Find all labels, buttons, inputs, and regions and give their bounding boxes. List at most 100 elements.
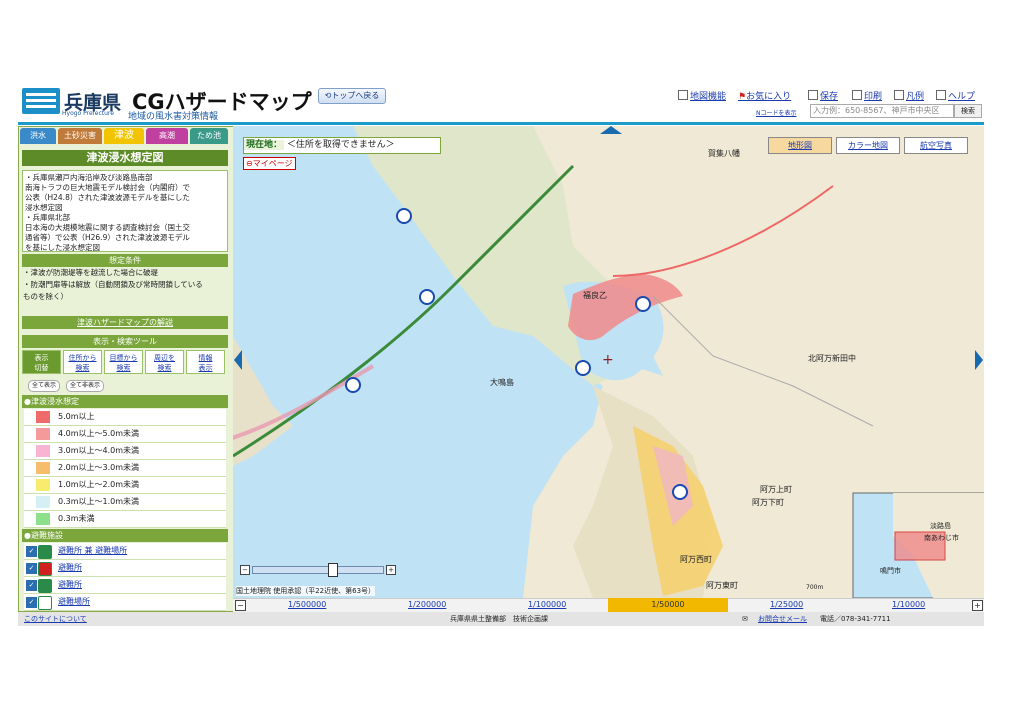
- legend-item: 4.0m以上～5.0m未満: [24, 426, 226, 443]
- shelter-marker-icon[interactable]: [672, 484, 688, 500]
- map-type-topographic[interactable]: 地形図: [768, 137, 832, 154]
- place-label: 北阿万新田中: [808, 354, 856, 363]
- legend-label: 3.0m以上～4.0m未満: [58, 446, 140, 455]
- shelter-icon: [38, 579, 52, 593]
- place-label: 淡路島: [930, 522, 951, 530]
- place-label: 阿万東町: [706, 581, 738, 590]
- landmark-search-button[interactable]: 目標から 検索: [104, 350, 143, 374]
- legend-swatch: [36, 513, 50, 525]
- address-search-button[interactable]: 住所から 検索: [63, 350, 102, 374]
- header-divider: [18, 122, 984, 125]
- shelter-marker-icon[interactable]: [575, 360, 591, 376]
- save-menu[interactable]: 保存: [808, 89, 838, 102]
- department-label: 兵庫県県土整備部 技術企画課: [450, 615, 548, 623]
- legend-menu[interactable]: 凡例: [894, 89, 924, 102]
- map-type-aerial[interactable]: 航空写真: [904, 137, 968, 154]
- shelter-item[interactable]: ✓ 避難所 兼 避難場所: [24, 543, 226, 560]
- tab-flood[interactable]: 洪水: [20, 128, 56, 144]
- description-box: ・兵庫県瀬戸内海沿岸及び淡路島南部 南海トラフの巨大地震モデル検討会（内閣府）で…: [22, 170, 228, 252]
- shelter-marker-icon[interactable]: [635, 296, 651, 312]
- legend-item: 2.0m以上～3.0m未満: [24, 460, 226, 477]
- checkbox-icon[interactable]: ✓: [26, 563, 37, 574]
- tools-bar: 表示 切替 住所から 検索 目標から 検索 周辺を 検索 情報 表示: [22, 350, 228, 374]
- map-functions-menu[interactable]: 地図機能: [678, 89, 726, 102]
- tab-tsunami[interactable]: 津波: [104, 128, 144, 144]
- zoom-handle[interactable]: [328, 563, 338, 577]
- shelter-item[interactable]: ✓ 避難場所: [24, 594, 226, 611]
- legend-item: 1.0m以上～2.0m未満: [24, 477, 226, 494]
- shelter-label[interactable]: 避難場所: [58, 594, 90, 610]
- scale-minus-icon[interactable]: −: [235, 600, 246, 611]
- nearby-search-button[interactable]: 周辺を 検索: [145, 350, 184, 374]
- scale-option-active[interactable]: 1/50000: [608, 598, 728, 612]
- grid-icon: [678, 90, 688, 100]
- shelter-both-icon: [38, 545, 52, 559]
- footer: このサイトについて 兵庫県県土整備部 技術企画課 ✉ お問合せメール 電話／07…: [18, 612, 984, 626]
- back-to-top-button[interactable]: ⟲トップへ戻る: [318, 88, 386, 104]
- legend-swatch: [36, 428, 50, 440]
- evacuation-site-icon: [38, 596, 52, 610]
- favorites-menu[interactable]: ⚑お気に入り: [738, 89, 791, 102]
- ncode-link[interactable]: Nコードを表示: [756, 108, 797, 117]
- about-link[interactable]: このサイトについて: [24, 612, 87, 626]
- scale-option[interactable]: 1/500000: [288, 600, 326, 609]
- legend-swatch: [36, 496, 50, 508]
- checkbox-icon[interactable]: ✓: [26, 580, 37, 591]
- scale-option[interactable]: 1/200000: [408, 600, 446, 609]
- place-label: 賀集八幡: [708, 149, 740, 158]
- scale-option[interactable]: 1/100000: [528, 600, 566, 609]
- tsunami-explain-link[interactable]: 津波ハザードマップの解説: [22, 316, 228, 329]
- shelter-item[interactable]: ✓ 避難所: [24, 560, 226, 577]
- hyogo-logo: [22, 88, 60, 114]
- show-all-button[interactable]: 全て表示: [28, 380, 60, 392]
- place-label: 大鳴島: [490, 378, 514, 387]
- scale-plus-icon[interactable]: +: [972, 600, 983, 611]
- hide-all-button[interactable]: 全て非表示: [66, 380, 104, 392]
- current-location-bar: 現在地： ＜住所を取得できません＞: [243, 137, 441, 154]
- zoom-out-icon[interactable]: −: [240, 565, 250, 575]
- legend-label: 5.0m以上: [58, 412, 95, 421]
- legend-label: 0.3m未満: [58, 514, 95, 523]
- scale-option[interactable]: 1/25000: [770, 600, 803, 609]
- address-search-input[interactable]: 入力例：650-8567、神戸市中央区: [810, 104, 954, 118]
- help-menu[interactable]: ヘルプ: [936, 89, 975, 102]
- info-display-button[interactable]: 情報 表示: [186, 350, 225, 374]
- phone-label: 電話／078-341-7711: [820, 615, 891, 623]
- shelter-marker-icon[interactable]: [396, 208, 412, 224]
- legend-item: 5.0m以上: [24, 409, 226, 426]
- contact-link[interactable]: お問合せメール: [758, 612, 807, 626]
- legend-swatch: [36, 445, 50, 457]
- shelter-label[interactable]: 避難所: [58, 560, 82, 576]
- search-button[interactable]: 検索: [954, 104, 982, 118]
- mail-icon: ✉: [742, 615, 748, 623]
- checkbox-icon[interactable]: ✓: [26, 546, 37, 557]
- legend-label: 2.0m以上～3.0m未満: [58, 463, 140, 472]
- shelter-label[interactable]: 避難所 兼 避難場所: [58, 543, 127, 559]
- legend-title: ●津波浸水想定: [22, 395, 228, 408]
- tab-storm-surge[interactable]: 高潮: [146, 128, 188, 144]
- shelter-marker-icon[interactable]: [419, 289, 435, 305]
- zoom-in-icon[interactable]: +: [386, 565, 396, 575]
- shelter-label[interactable]: 避難所: [58, 577, 82, 593]
- map-type-color[interactable]: カラー地図: [836, 137, 900, 154]
- print-menu[interactable]: 印刷: [852, 89, 882, 102]
- shelter-marker-icon[interactable]: [345, 377, 361, 393]
- mypage-button[interactable]: ⊖マイページ: [243, 157, 296, 170]
- shelter-item[interactable]: ✓ 避難所: [24, 577, 226, 594]
- mypage-icon: ⊖: [246, 159, 253, 168]
- map-credit: 国土地理院 使用承認（平22近使、第63号）: [236, 586, 376, 596]
- shelter-red-icon: [38, 562, 52, 576]
- place-label: 鳴門市: [880, 567, 901, 575]
- zoom-slider[interactable]: − +: [240, 563, 396, 577]
- display-toggle-button[interactable]: 表示 切替: [22, 350, 61, 374]
- checkbox-icon[interactable]: ✓: [26, 597, 37, 608]
- tab-landslide[interactable]: 土砂災害: [58, 128, 102, 144]
- legend-swatch: [36, 411, 50, 423]
- scale-option[interactable]: 1/10000: [892, 600, 925, 609]
- zoom-track[interactable]: [252, 566, 384, 574]
- place-label: 福良乙: [583, 291, 607, 300]
- place-label: 阿万西町: [680, 555, 712, 564]
- tab-reservoir[interactable]: ため池: [190, 128, 228, 144]
- legend-item: 0.3m以上～1.0m未満: [24, 494, 226, 511]
- place-label: 南あわじ市: [924, 534, 959, 542]
